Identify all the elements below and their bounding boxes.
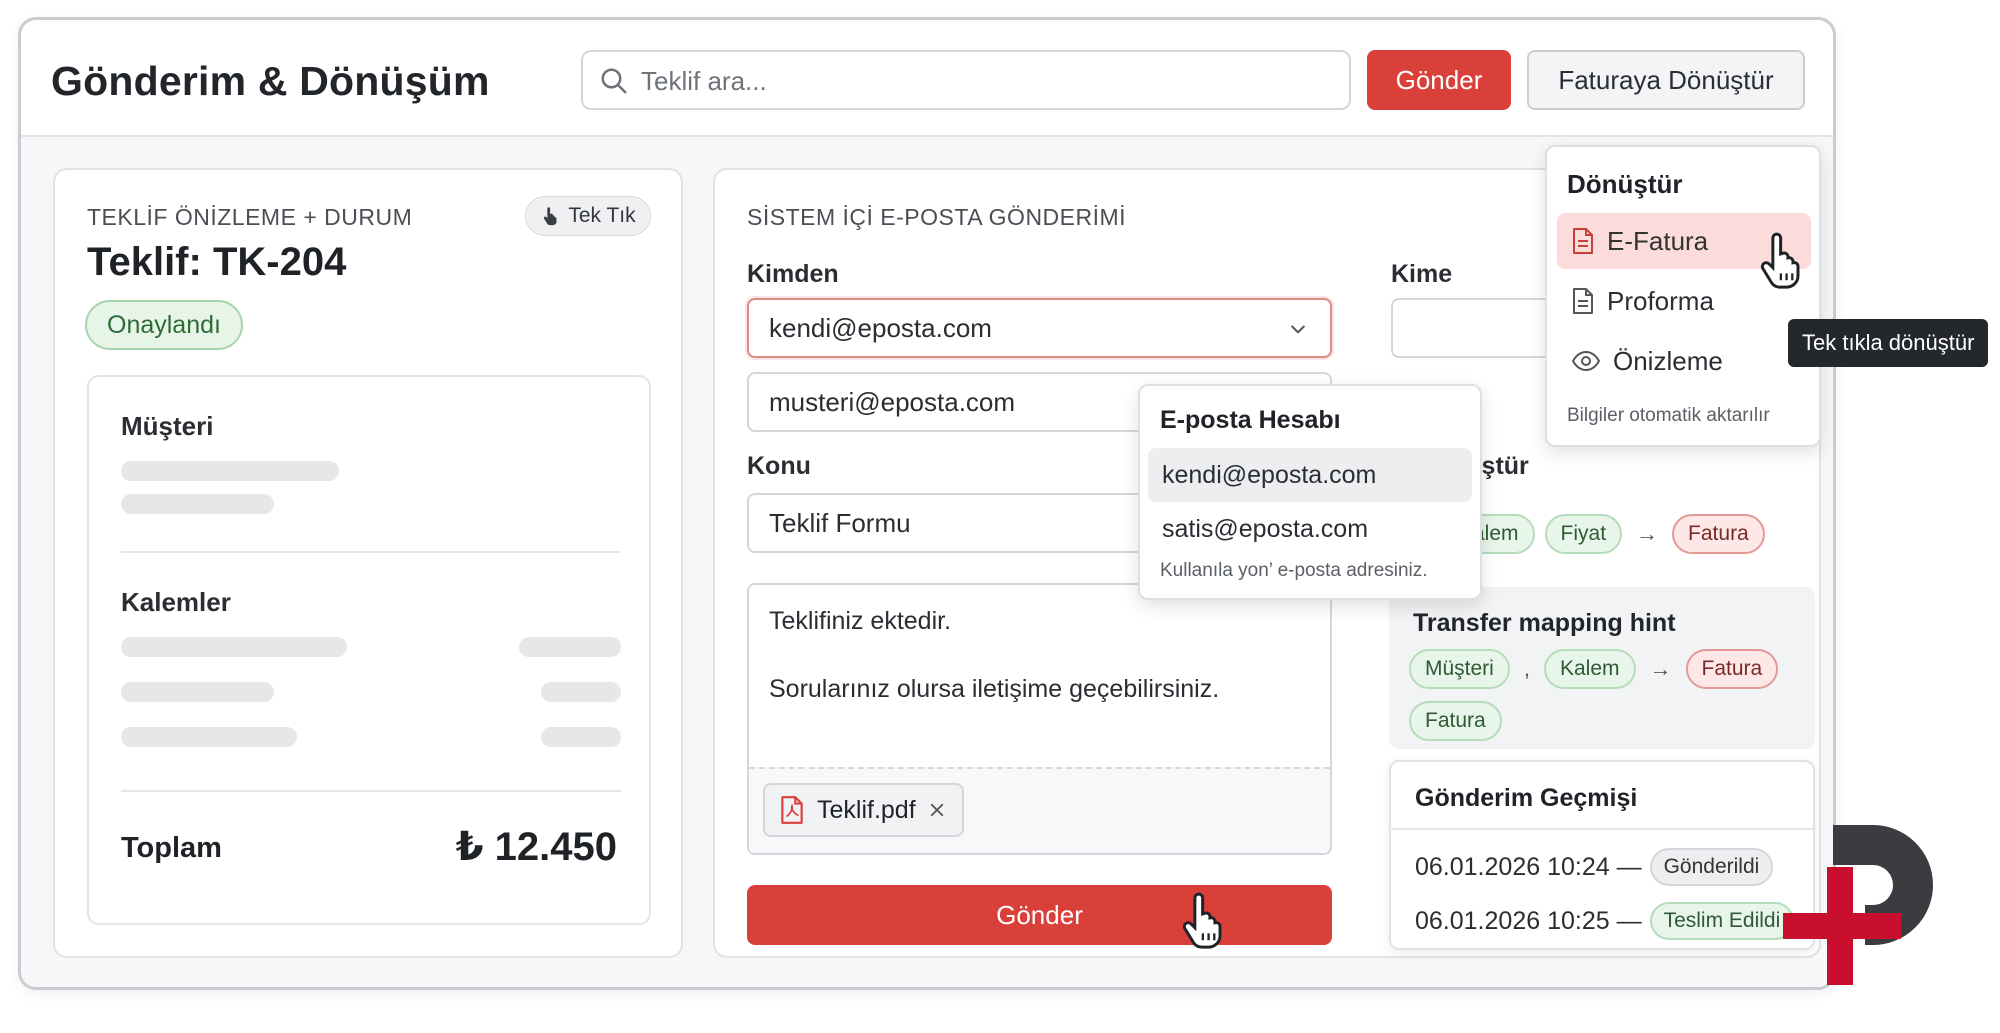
hint-chip: Fatura: [1409, 701, 1502, 741]
hint-row: Fatura: [1409, 701, 1502, 741]
subject-value: Teklif Formu: [769, 507, 911, 538]
arrow-right-icon: →: [1649, 656, 1672, 681]
menu-item-label: Proforma: [1607, 285, 1714, 316]
to-label: Kime: [1391, 260, 1453, 288]
quote-summary: Müşteri Kalemler Toplam ₺ 12.450: [87, 375, 651, 925]
menu-item-label: E-Fatura: [1607, 225, 1709, 256]
account-dropdown: E-posta Hesabı kendi@eposta.com satis@ep…: [1138, 384, 1482, 600]
brand-logo: [1783, 825, 1933, 985]
search-input[interactable]: [641, 64, 1331, 98]
from-select[interactable]: kendi@eposta.com: [747, 298, 1332, 358]
transfer-hint: Transfer mapping hint Müşteri , Kalem → …: [1389, 587, 1815, 749]
hand-cursor-icon: [1182, 892, 1222, 949]
page-title: Gönderim & Dönüşüm: [51, 58, 490, 104]
skeleton-line: [121, 682, 274, 702]
divider: [1391, 828, 1813, 830]
comma: ,: [1523, 656, 1530, 681]
status-badge: Onaylandı: [85, 300, 243, 350]
status-badge: Teslim Edildi: [1649, 902, 1795, 940]
attachment-chip[interactable]: Teklif.pdf: [763, 783, 964, 837]
dropdown-hint: Kullanıla yon’ e-posta adresiniz.: [1160, 560, 1428, 581]
mapping-chip: Fatura: [1672, 514, 1765, 554]
hint-chip: Kalem: [1543, 649, 1636, 689]
send-button[interactable]: Gönder: [1367, 50, 1511, 110]
history-row: 06.01.2026 10:25 — Teslim Edildi: [1415, 902, 1795, 940]
divider: [121, 551, 621, 553]
email-section-label: SİSTEM İÇİ E-POSTA GÖNDERİMİ: [747, 204, 1127, 230]
items-label: Kalemler: [121, 587, 231, 617]
document-icon: [1573, 228, 1593, 254]
one-click-label: Tek Tık: [568, 204, 636, 227]
arrow-right-icon: →: [1636, 521, 1659, 546]
history-row: 06.01.2026 10:24 — Gönderildi: [1415, 848, 1774, 886]
total-label: Toplam: [121, 832, 222, 864]
quote-title: Teklif: TK-204: [87, 240, 347, 284]
convert-to-invoice-button[interactable]: Faturaya Dönüştür: [1527, 50, 1805, 110]
close-icon[interactable]: [928, 801, 946, 819]
status-badge: Gönderildi: [1649, 848, 1774, 886]
convert-dropdown: Dönüştür E-Fatura Proforma Önizleme Bilg…: [1545, 145, 1821, 447]
hint-row: Müşteri , Kalem → Fatura: [1409, 649, 1779, 689]
subject-label: Konu: [747, 452, 811, 480]
chevron-down-icon: [1291, 325, 1305, 334]
hint-title: Transfer mapping hint: [1413, 609, 1676, 637]
attachment-strip: Teklif.pdf: [749, 767, 1330, 853]
hint-chip: Müşteri: [1409, 649, 1510, 689]
search-box[interactable]: [581, 50, 1351, 110]
skeleton-line: [519, 637, 621, 657]
top-bar: Gönderim & Dönüşüm Gönder Faturaya Dönüş…: [21, 20, 1833, 137]
body-line: Sorularınız olursa iletişime geçebilirsi…: [769, 675, 1220, 703]
attachment-name: Teklif.pdf: [817, 795, 916, 824]
hand-pointer-icon: [544, 207, 557, 226]
eye-icon: [1571, 350, 1601, 372]
skeleton-line: [541, 727, 621, 747]
search-icon: [601, 68, 627, 94]
history-title: Gönderim Geçmişi: [1415, 784, 1638, 812]
menu-item-label: Önizleme: [1613, 345, 1723, 376]
one-click-badge[interactable]: Tek Tık: [525, 196, 651, 236]
pdf-file-icon: [781, 796, 803, 824]
from-value: kendi@eposta.com: [769, 312, 992, 343]
skeleton-line: [121, 727, 297, 747]
total-value: ₺ 12.450: [455, 825, 617, 869]
send-history: Gönderim Geçmişi 06.01.2026 10:24 — Gönd…: [1389, 760, 1815, 950]
skeleton-line: [121, 637, 347, 657]
account-option[interactable]: satis@eposta.com: [1148, 502, 1472, 556]
mapping-chip: Fiyat: [1544, 514, 1623, 554]
skeleton-line: [541, 682, 621, 702]
hint-chip: Fatura: [1685, 649, 1779, 689]
to-field[interactable]: [1391, 298, 1571, 358]
from-label: Kimden: [747, 260, 839, 288]
divider: [121, 790, 621, 792]
history-time: 06.01.2026 10:24 —: [1415, 852, 1642, 881]
skeleton-line: [121, 461, 339, 481]
history-time: 06.01.2026 10:25 —: [1415, 906, 1642, 935]
dropdown-title: E-posta Hesabı: [1160, 406, 1341, 434]
send-email-button[interactable]: Gönder: [747, 885, 1332, 945]
email-body[interactable]: Teklifiniz ektedir. Sorularınız olursa i…: [747, 583, 1332, 855]
account-option[interactable]: kendi@eposta.com: [1148, 448, 1472, 502]
quote-preview-card: TEKLİF ÖNİZLEME + DURUM Tek Tık Teklif: …: [53, 168, 683, 958]
customer-label: Müşteri: [121, 411, 214, 441]
body-line: Teklifiniz ektedir.: [769, 607, 952, 635]
dropdown-title: Dönüştür: [1567, 169, 1683, 199]
document-icon: [1573, 288, 1593, 314]
menu-item-preview[interactable]: Önizleme: [1557, 333, 1811, 389]
to-value: musteri@eposta.com: [769, 386, 1016, 417]
app-window: Gönderim & Dönüşüm Gönder Faturaya Dönüş…: [18, 17, 1989, 990]
convert-tooltip: Tek tıkla dönüştür: [1788, 319, 1989, 367]
skeleton-line: [121, 494, 274, 514]
dropdown-hint: Bilgiler otomatik aktarılır: [1567, 405, 1770, 426]
quote-section-label: TEKLİF ÖNİZLEME + DURUM: [87, 204, 413, 230]
hand-cursor-icon: [1760, 232, 1800, 289]
